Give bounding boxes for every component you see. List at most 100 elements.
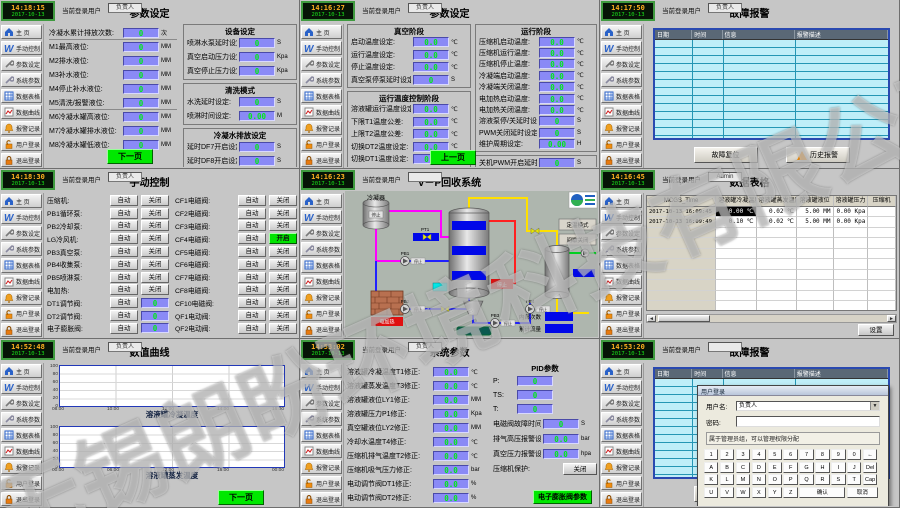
sidebar-item-unlock[interactable]: 用户登录 xyxy=(301,476,342,490)
value-box[interactable]: 0.0 xyxy=(539,105,575,115)
close-button[interactable]: 关闭 xyxy=(269,220,297,231)
value-box[interactable]: 0.0 xyxy=(413,37,449,47)
sidebar-item-curve[interactable]: 数据曲线 xyxy=(301,105,342,119)
close-button[interactable]: 关闭 xyxy=(141,208,169,219)
value-box[interactable]: 0 xyxy=(539,158,575,167)
key-1[interactable]: 1 xyxy=(704,449,718,460)
pump-pb2[interactable]: PB2 停止 xyxy=(401,299,426,314)
sidebar-item-unlock[interactable]: 用户登录 xyxy=(301,307,342,321)
auto-button[interactable]: 自动 xyxy=(110,195,138,206)
key-Q[interactable]: Q xyxy=(799,474,813,485)
value-box[interactable]: 0.0 xyxy=(539,94,575,104)
auto-button[interactable]: 自动 xyxy=(238,297,266,308)
value-box[interactable]: 0 xyxy=(413,75,449,85)
valve-value-box[interactable]: 0 xyxy=(141,298,169,308)
key-T[interactable]: T xyxy=(847,474,861,485)
value-box[interactable]: 0 xyxy=(543,419,579,429)
sidebar-item-unlock[interactable]: 用户登录 xyxy=(1,476,42,490)
sidebar-item-lock[interactable]: 退出登录 xyxy=(601,153,642,167)
value-box[interactable]: 0.0 xyxy=(433,451,469,461)
auto-button[interactable]: 自动 xyxy=(110,323,138,334)
sidebar-item-bell[interactable]: 报警记录 xyxy=(1,460,42,474)
sidebar-item-home[interactable]: 主 页 xyxy=(1,364,42,378)
sidebar-item-manual[interactable]: W手动控制 xyxy=(301,380,342,394)
pump-pb3[interactable]: PB3 停止 xyxy=(491,313,516,328)
key-D[interactable]: D xyxy=(752,462,766,473)
auto-button[interactable]: 自动 xyxy=(238,233,266,244)
key-S[interactable]: S xyxy=(831,474,845,485)
sidebar-item-curve[interactable]: 数据曲线 xyxy=(301,275,342,289)
value-box[interactable]: 0 xyxy=(123,28,159,38)
key-W[interactable]: W xyxy=(736,487,750,498)
sidebar-item-manual[interactable]: W手动控制 xyxy=(301,41,342,55)
valve-value-box[interactable]: 0 xyxy=(141,323,169,333)
close-button[interactable]: 关闭 xyxy=(269,259,297,270)
sidebar-item-wrench[interactable]: 参数设定 xyxy=(1,226,42,240)
close-button[interactable]: 关闭 xyxy=(141,284,169,295)
value-box[interactable]: 0 xyxy=(123,126,159,136)
sidebar-item-lock[interactable]: 退出登录 xyxy=(301,492,342,506)
scroll-left-arrow[interactable]: ◄ xyxy=(647,315,656,322)
sidebar-item-unlock[interactable]: 用户登录 xyxy=(301,137,342,151)
key-Del[interactable]: Del xyxy=(863,462,877,473)
key-9[interactable]: 9 xyxy=(831,449,845,460)
pid-value-box[interactable]: 0 xyxy=(517,376,553,386)
close-button[interactable]: 关闭 xyxy=(141,233,169,244)
sidebar-item-curve[interactable]: 数据曲线 xyxy=(1,275,42,289)
sidebar-item-bell[interactable]: 报警记录 xyxy=(601,121,642,135)
close-button[interactable]: 关闭 xyxy=(141,259,169,270)
scroll-thumb[interactable] xyxy=(658,315,710,322)
auto-button[interactable]: 自动 xyxy=(238,284,266,295)
data-cell[interactable]: 0.02 ℃ xyxy=(757,217,797,228)
sidebar-item-lock[interactable]: 退出登录 xyxy=(301,323,342,337)
sidebar-item-wrench2[interactable]: 系统参数 xyxy=(601,412,642,426)
data-cell[interactable]: 5.00 MM xyxy=(797,207,834,218)
sidebar-item-wrench2[interactable]: 系统参数 xyxy=(301,73,342,87)
pump-pb4[interactable]: PB4 停止 xyxy=(526,299,551,314)
sidebar-item-curve[interactable]: 数据曲线 xyxy=(1,444,42,458)
data-cell[interactable]: 0.10 ℃ xyxy=(716,217,756,228)
sidebar-item-wrench[interactable]: 参数设定 xyxy=(601,396,642,410)
sidebar-item-wrench2[interactable]: 系统参数 xyxy=(601,242,642,256)
value-box[interactable]: 0 xyxy=(239,66,275,76)
sidebar-item-home[interactable]: 主 页 xyxy=(301,364,342,378)
key-C[interactable]: C xyxy=(736,462,750,473)
value-box[interactable]: 0.0 xyxy=(413,117,449,127)
row-time-cell[interactable]: 2017-10-13 16:09:45 xyxy=(647,207,716,218)
key-2[interactable]: 2 xyxy=(720,449,734,460)
valve-value-box[interactable]: 0 xyxy=(141,311,169,321)
sidebar-item-table[interactable]: 数据表格 xyxy=(301,258,342,272)
username-dropdown[interactable]: 负责人▼ xyxy=(736,401,880,411)
value-box[interactable]: 0.0 xyxy=(433,423,469,433)
valve-1[interactable] xyxy=(531,228,539,234)
value-box[interactable]: 0 xyxy=(123,70,159,80)
sidebar-item-home[interactable]: 主 页 xyxy=(601,194,642,208)
key-R[interactable]: R xyxy=(815,474,829,485)
auto-button[interactable]: 自动 xyxy=(110,208,138,219)
value-box[interactable]: 0.0 xyxy=(433,367,469,377)
key-←[interactable]: ← xyxy=(863,449,877,460)
sidebar-item-wrench2[interactable]: 系统参数 xyxy=(1,242,42,256)
value-box[interactable]: 0.0 xyxy=(543,449,579,459)
sidebar-item-wrench[interactable]: 参数设定 xyxy=(601,57,642,71)
sidebar-item-curve[interactable]: 数据曲线 xyxy=(601,444,642,458)
key-N[interactable]: N xyxy=(752,474,766,485)
settings-button[interactable]: 设置 xyxy=(858,324,894,336)
auto-button[interactable]: 自动 xyxy=(110,246,138,257)
close-button[interactable]: 关闭 xyxy=(269,297,297,308)
data-cell[interactable]: 0.00 ℃ xyxy=(716,207,756,218)
sidebar-item-lock[interactable]: 退出登录 xyxy=(1,492,42,506)
auto-button[interactable]: 自动 xyxy=(238,310,266,321)
open-button[interactable]: 开启 xyxy=(269,233,297,244)
auto-button[interactable]: 自动 xyxy=(110,259,138,270)
sidebar-item-home[interactable]: 主 页 xyxy=(601,25,642,39)
key-Cap[interactable]: Cap xyxy=(863,474,877,485)
sidebar-item-lock[interactable]: 退出登录 xyxy=(601,323,642,337)
auto-button[interactable]: 自动 xyxy=(110,233,138,244)
sidebar-item-curve[interactable]: 数据曲线 xyxy=(601,275,642,289)
sidebar-item-manual[interactable]: W手动控制 xyxy=(1,210,42,224)
auto-button[interactable]: 自动 xyxy=(110,297,138,308)
close-button[interactable]: 关闭 xyxy=(141,246,169,257)
sidebar-item-bell[interactable]: 报警记录 xyxy=(301,291,342,305)
value-box[interactable]: 0 xyxy=(123,112,159,122)
